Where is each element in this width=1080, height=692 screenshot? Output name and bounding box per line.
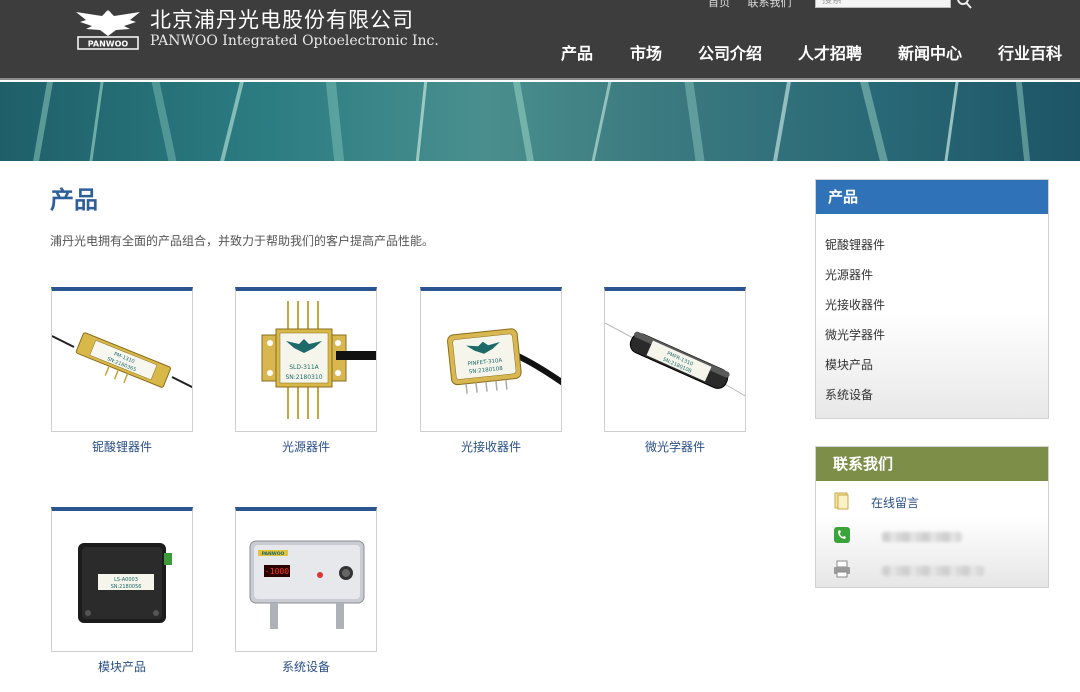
online-message-link[interactable]: 在线留言 xyxy=(871,494,919,511)
search-icon[interactable] xyxy=(955,0,973,10)
micro-optics-device-image: PMFR-1310 SN:2180108 xyxy=(605,322,745,397)
contact-title: 联系我们 xyxy=(816,447,1048,481)
product-card-photo-receiver[interactable]: PINFET-310A SN:2180108 xyxy=(420,287,562,432)
photo-receiver-device-image: PINFET-310A SN:2180108 xyxy=(447,328,561,394)
svg-text:LS-A0003: LS-A0003 xyxy=(114,577,138,583)
product-label-module[interactable]: 模块产品 xyxy=(51,658,193,675)
module-device-image: LS-A0003 SN:2180056 xyxy=(78,543,172,623)
nav-item-products[interactable]: 产品 xyxy=(561,40,593,64)
search-input[interactable]: 搜索 xyxy=(815,0,951,8)
printer-icon xyxy=(834,560,850,578)
sidebar-title: 产品 xyxy=(816,180,1048,214)
phone-row xyxy=(832,525,1042,547)
svg-text:SN:2180056: SN:2180056 xyxy=(111,584,142,590)
system-equipment-image: PANWOO -1000 xyxy=(249,540,365,629)
product-label-system-equipment[interactable]: 系统设备 xyxy=(235,658,377,675)
product-label-photo-receiver[interactable]: 光接收器件 xyxy=(420,438,562,455)
fiber-optic-banner xyxy=(0,82,1080,161)
product-label-light-source[interactable]: 光源器件 xyxy=(235,438,377,455)
light-source-device-image: SLD-311A SN:2180310 xyxy=(261,301,376,419)
nav-item-careers[interactable]: 人才招聘 xyxy=(798,40,862,64)
top-links: 首页 联系我们 xyxy=(708,0,806,10)
note-icon xyxy=(834,492,849,510)
sidebar-item-light-source[interactable]: 光源器件 xyxy=(825,266,873,283)
nav-item-news[interactable]: 新闻中心 xyxy=(898,40,962,64)
nav-item-about[interactable]: 公司介绍 xyxy=(698,40,762,64)
fax-number-blurred xyxy=(882,566,984,576)
contact-panel: 联系我们 在线留言 xyxy=(815,446,1049,588)
product-card-lithium-niobate[interactable]: PM-1310 SN:2180365 xyxy=(51,287,193,432)
sidebar-item-lithium-niobate[interactable]: 铌酸锂器件 xyxy=(825,236,885,253)
svg-text:-1000: -1000 xyxy=(265,567,289,576)
site-header: PANWOO 北京浦丹光电股份有限公司 PANWOO Integrated Op… xyxy=(0,0,1080,80)
phone-icon xyxy=(834,527,850,543)
page-description: 浦丹光电拥有全面的产品组合，并致力于帮助我们的客户提高产品性能。 xyxy=(50,234,435,248)
svg-text:PANWOO: PANWOO xyxy=(262,551,285,557)
online-message-row[interactable]: 在线留言 xyxy=(832,491,1042,513)
lithium-niobate-device-image: PM-1310 SN:2180365 xyxy=(52,332,192,389)
product-card-light-source[interactable]: SLD-311A SN:2180310 xyxy=(235,287,377,432)
main-nav: 产品 市场 公司介绍 人才招聘 新闻中心 行业百科 xyxy=(0,40,1080,64)
sidebar-item-micro-optics[interactable]: 微光学器件 xyxy=(825,326,885,343)
sidebar-products: 产品 铌酸锂器件 光源器件 光接收器件 微光学器件 模块产品 系统设备 xyxy=(815,179,1049,419)
contact-link[interactable]: 联系我们 xyxy=(748,0,792,9)
product-card-micro-optics[interactable]: PMFR-1310 SN:2180108 xyxy=(604,287,746,432)
product-card-module[interactable]: LS-A0003 SN:2180056 xyxy=(51,507,193,652)
sidebar-item-system-equipment[interactable]: 系统设备 xyxy=(825,386,873,403)
product-card-system-equipment[interactable]: PANWOO -1000 xyxy=(235,507,377,652)
svg-text:SLD-311A: SLD-311A xyxy=(289,364,319,371)
phone-number-blurred xyxy=(882,532,962,542)
product-label-micro-optics[interactable]: 微光学器件 xyxy=(604,438,746,455)
home-link[interactable]: 首页 xyxy=(708,0,730,9)
company-name-cn: 北京浦丹光电股份有限公司 xyxy=(150,8,414,32)
sidebar-item-photo-receiver[interactable]: 光接收器件 xyxy=(825,296,885,313)
nav-item-market[interactable]: 市场 xyxy=(630,40,662,64)
fax-row xyxy=(832,559,1042,581)
svg-text:SN:2180310: SN:2180310 xyxy=(285,374,322,381)
product-label-lithium-niobate[interactable]: 铌酸锂器件 xyxy=(51,438,193,455)
page-title: 产品 xyxy=(50,186,98,214)
sidebar-item-module[interactable]: 模块产品 xyxy=(825,356,873,373)
nav-item-encyclopedia[interactable]: 行业百科 xyxy=(998,40,1062,64)
